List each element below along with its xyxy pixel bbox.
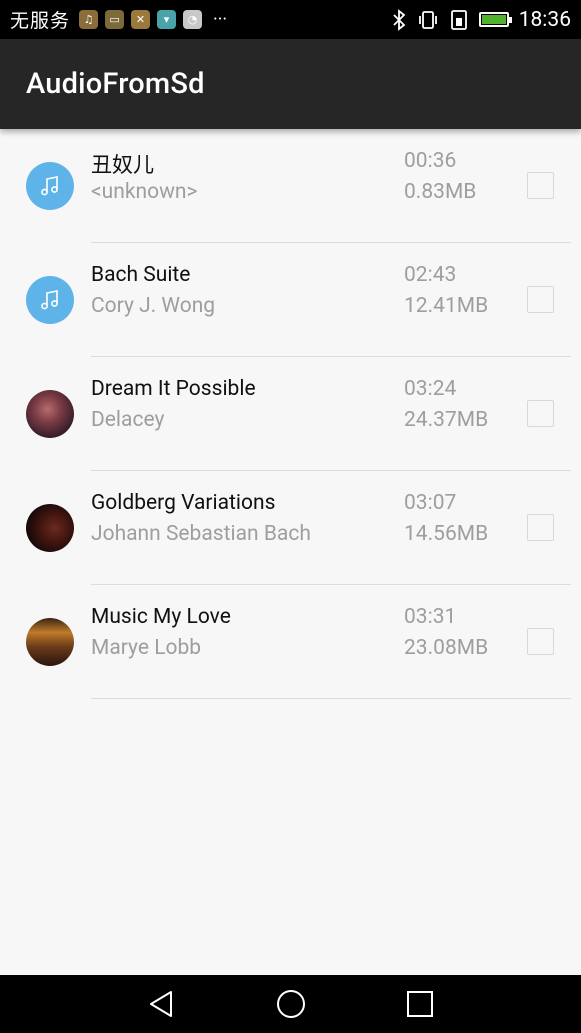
bluetooth-icon <box>393 8 406 31</box>
tools-app-icon: ✕ <box>131 10 151 29</box>
vibrate-icon <box>418 10 437 29</box>
song-duration: 00:36 <box>404 149 457 173</box>
music-note-icon <box>26 276 74 324</box>
album-art <box>26 504 74 552</box>
media-app-icon: ▭ <box>105 10 125 29</box>
song-duration: 03:24 <box>404 377 457 401</box>
navigation-bar <box>0 975 581 1033</box>
album-art <box>26 390 74 438</box>
song-size: 24.37MB <box>404 408 489 432</box>
song-title: Music My Love <box>91 605 231 629</box>
music-note-icon <box>26 162 74 210</box>
song-checkbox[interactable] <box>527 400 554 427</box>
song-row[interactable]: Dream It Possible Delacey 03:24 24.37MB <box>0 357 581 471</box>
app-bar: AudioFromSd <box>0 39 581 129</box>
song-checkbox[interactable] <box>527 514 554 541</box>
more-notifications-icon: ··· <box>213 9 228 30</box>
song-title: 丑奴儿 <box>91 154 154 178</box>
song-size: 0.83MB <box>404 180 477 204</box>
back-icon[interactable] <box>147 989 177 1019</box>
song-duration: 03:07 <box>404 491 457 515</box>
song-list: 丑奴儿 <unknown> 00:36 0.83MB Bach Suite Co… <box>0 129 581 699</box>
song-row[interactable]: Goldberg Variations Johann Sebastian Bac… <box>0 471 581 585</box>
app-title: AudioFromSd <box>26 67 205 101</box>
song-artist: <unknown> <box>91 180 198 204</box>
shopping-app-icon: ◔ <box>183 10 203 29</box>
song-artist: Delacey <box>91 408 165 432</box>
recents-icon[interactable] <box>405 989 435 1019</box>
song-artist: Marye Lobb <box>91 636 202 660</box>
song-duration: 02:43 <box>404 263 457 287</box>
sim-icon <box>450 9 467 30</box>
song-checkbox[interactable] <box>527 628 554 655</box>
song-size: 23.08MB <box>404 636 489 660</box>
status-bar: 无服务 ♫ ▭ ✕ ▾ ◔ ··· 18:36 <box>0 0 581 39</box>
album-art <box>26 618 74 666</box>
song-size: 14.56MB <box>404 522 489 546</box>
song-checkbox[interactable] <box>527 172 554 199</box>
song-size: 12.41MB <box>404 294 489 318</box>
song-title: Goldberg Variations <box>91 491 276 515</box>
song-row[interactable]: Music My Love Marye Lobb 03:31 23.08MB <box>0 585 581 699</box>
song-title: Bach Suite <box>91 263 191 287</box>
song-title: Dream It Possible <box>91 377 256 401</box>
android-app-icon: ▾ <box>157 10 177 29</box>
carrier-label: 无服务 <box>10 9 71 32</box>
song-row[interactable]: 丑奴儿 <unknown> 00:36 0.83MB <box>0 129 581 243</box>
song-checkbox[interactable] <box>527 286 554 313</box>
clock: 18:36 <box>518 7 571 32</box>
battery-icon <box>478 12 512 27</box>
home-icon[interactable] <box>276 989 306 1019</box>
song-row[interactable]: Bach Suite Cory J. Wong 02:43 12.41MB <box>0 243 581 357</box>
music-app-icon: ♫ <box>79 10 99 29</box>
song-artist: Cory J. Wong <box>91 294 216 318</box>
row-divider <box>91 697 571 699</box>
song-duration: 03:31 <box>404 605 457 629</box>
song-artist: Johann Sebastian Bach <box>91 522 311 546</box>
